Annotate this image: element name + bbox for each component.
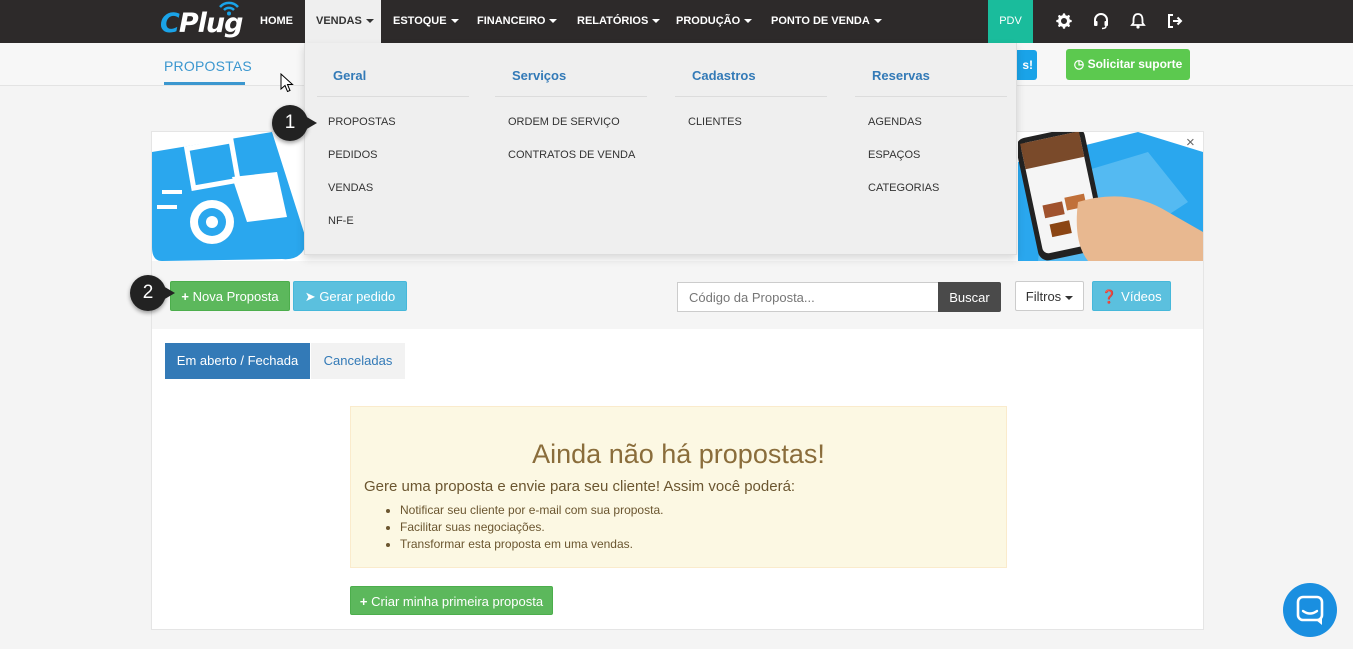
plus-icon: + xyxy=(181,289,189,304)
vendas-dropdown-menu: Geral Serviços Cadastros Reservas PROPOS… xyxy=(304,43,1017,255)
caret-down-icon xyxy=(450,19,459,24)
search-input[interactable] xyxy=(677,282,939,312)
nova-proposta-button[interactable]: + Nova Proposta xyxy=(170,281,290,311)
gear-icon[interactable] xyxy=(1054,11,1074,31)
caret-down-icon xyxy=(652,19,661,24)
search-button[interactable]: Buscar xyxy=(938,282,1001,312)
tab-canceladas[interactable]: Canceladas xyxy=(311,343,405,379)
nav-estoque[interactable]: ESTOQUE xyxy=(393,0,459,43)
chat-widget-button[interactable] xyxy=(1283,583,1337,637)
nav-relatorios[interactable]: RELATÓRIOS xyxy=(577,0,661,43)
filters-dropdown[interactable]: Filtros xyxy=(1015,281,1084,311)
pdv-button[interactable]: PDV xyxy=(988,0,1033,43)
divider xyxy=(675,96,827,97)
support-button[interactable]: ◷ Solicitar suporte xyxy=(1066,49,1190,80)
empty-state-alert: Ainda não há propostas! Gere uma propost… xyxy=(350,406,1007,568)
menu-item-clientes[interactable]: CLIENTES xyxy=(688,116,742,128)
dropdown-header-reservas: Reservas xyxy=(872,68,930,83)
top-navbar: CPlug HOME VENDAS ESTOQUE FINANCEIRO REL… xyxy=(0,0,1353,43)
empty-state-list: Notificar seu cliente por e-mail com sua… xyxy=(400,502,663,553)
divider xyxy=(855,96,1007,97)
bell-icon[interactable] xyxy=(1128,11,1148,31)
headset-icon: ◷ xyxy=(1073,57,1085,71)
menu-item-agendas[interactable]: AGENDAS xyxy=(868,116,922,128)
send-icon: ➤ xyxy=(304,289,316,304)
list-item: Facilitar suas negociações. xyxy=(400,519,663,536)
menu-item-contratos-de-venda[interactable]: CONTRATOS DE VENDA xyxy=(508,149,635,161)
delivery-illustration xyxy=(152,132,307,261)
phone-illustration xyxy=(1018,132,1203,261)
menu-item-nf-e[interactable]: NF-E xyxy=(328,215,354,227)
menu-item-ordem-de-servico[interactable]: ORDEM DE SERVIÇO xyxy=(508,116,620,128)
create-first-proposal-button[interactable]: + Criar minha primeira proposta xyxy=(350,586,553,615)
list-item: Transformar esta proposta em uma vendas. xyxy=(400,536,663,553)
mouse-cursor-icon xyxy=(280,73,294,93)
headset-icon[interactable] xyxy=(1091,11,1111,31)
menu-item-pedidos[interactable]: PEDIDOS xyxy=(328,149,378,161)
caret-down-icon xyxy=(1065,295,1074,300)
wifi-icon xyxy=(219,1,239,16)
empty-state-description: Gere uma proposta e envie para seu clien… xyxy=(364,478,796,495)
logout-icon[interactable] xyxy=(1165,11,1185,31)
caret-down-icon xyxy=(744,19,753,24)
tab-em-aberto[interactable]: Em aberto / Fechada xyxy=(165,343,310,379)
nav-producao[interactable]: PRODUÇÃO xyxy=(676,0,753,43)
nav-home[interactable]: HOME xyxy=(260,0,293,43)
caret-down-icon xyxy=(873,19,882,24)
list-item: Notificar seu cliente por e-mail com sua… xyxy=(400,502,663,519)
nav-vendas[interactable]: VENDAS xyxy=(305,0,381,43)
close-icon[interactable]: × xyxy=(1186,134,1195,151)
cplug-logo[interactable]: CPlug xyxy=(160,1,243,40)
nav-financeiro[interactable]: FINANCEIRO xyxy=(477,0,558,43)
divider xyxy=(495,96,647,97)
step-callout-1: 1 xyxy=(272,105,317,141)
page-title[interactable]: PROPOSTAS xyxy=(164,58,252,74)
nav-ponto-de-venda[interactable]: PONTO DE VENDA xyxy=(771,0,882,43)
caret-down-icon xyxy=(365,19,374,24)
chat-icon xyxy=(1296,595,1324,625)
menu-item-propostas[interactable]: PROPOSTAS xyxy=(328,116,396,128)
menu-item-espacos[interactable]: ESPAÇOS xyxy=(868,149,920,161)
step-callout-2: 2 xyxy=(130,275,175,311)
empty-state-title: Ainda não há propostas! xyxy=(532,439,825,469)
divider xyxy=(317,96,469,97)
plus-icon: + xyxy=(359,594,368,609)
active-page-underline xyxy=(164,82,245,85)
gerar-pedido-button[interactable]: ➤ Gerar pedido xyxy=(293,281,407,311)
menu-item-categorias[interactable]: CATEGORIAS xyxy=(868,182,939,194)
menu-item-vendas[interactable]: VENDAS xyxy=(328,182,373,194)
caret-down-icon xyxy=(549,19,558,24)
dropdown-header-geral: Geral xyxy=(333,68,367,83)
dropdown-header-servicos: Serviços xyxy=(512,68,567,83)
videos-button[interactable]: ❓ Vídeos xyxy=(1092,281,1171,311)
question-circle-icon: ❓ xyxy=(1101,289,1118,304)
dropdown-header-cadastros: Cadastros xyxy=(692,68,756,83)
